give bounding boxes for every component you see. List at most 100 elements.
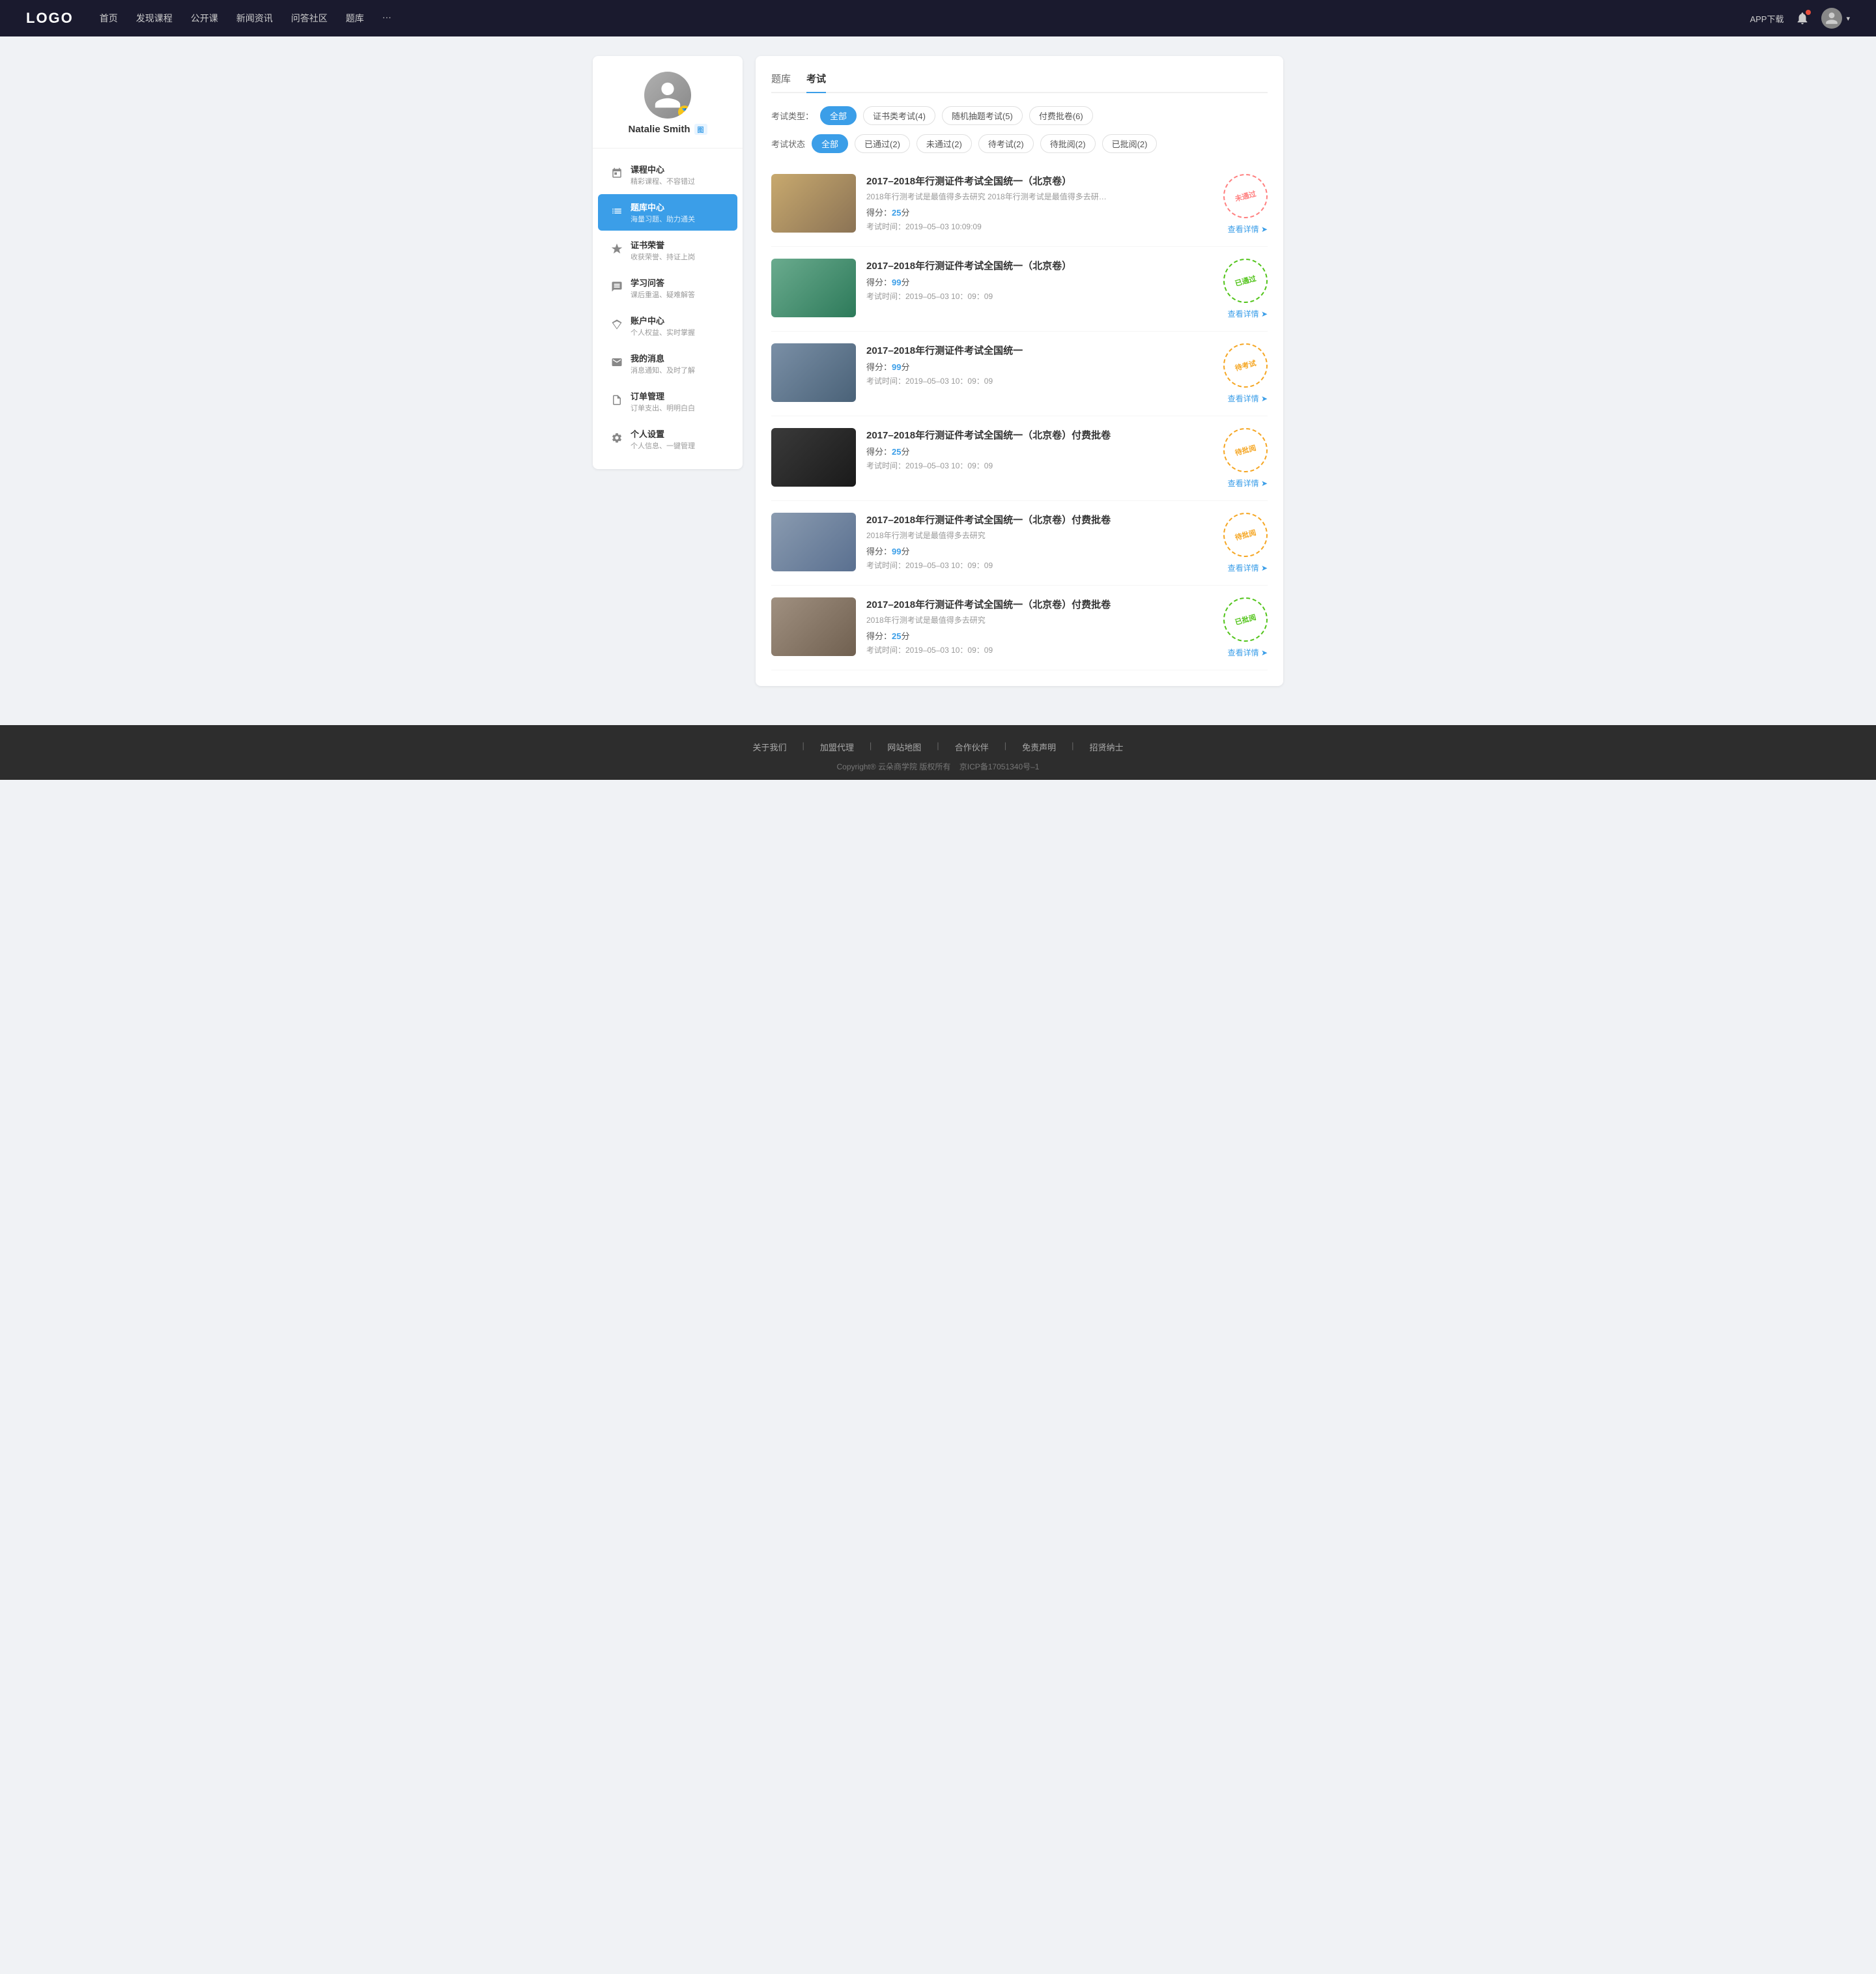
message-icon xyxy=(611,356,631,371)
footer-jobs[interactable]: 招贤纳士 xyxy=(1090,741,1124,753)
view-detail-button[interactable]: 查看详情 ➤ xyxy=(1228,562,1268,573)
exam-list-item: 2017–2018年行测证件考试全国统一（北京卷）付费批卷 2018年行测考试是… xyxy=(771,501,1268,586)
nav-home[interactable]: 首页 xyxy=(100,12,118,25)
menu-title-cert: 证书荣誉 xyxy=(631,238,724,251)
tab-exam[interactable]: 考试 xyxy=(806,72,826,92)
app-download-button[interactable]: APP下载 xyxy=(1750,12,1784,25)
exam-list: 2017–2018年行测证件考试全国统一（北京卷） 2018年行测考试是最值得多… xyxy=(771,162,1268,670)
nav-more[interactable]: ··· xyxy=(382,12,391,25)
sidebar-item-quiz-center[interactable]: 题库中心 海量习题、助力通关 xyxy=(598,194,737,231)
status-stamp: 待批阅 xyxy=(1218,508,1272,562)
filter-status-failed[interactable]: 未通过(2) xyxy=(917,134,972,153)
nav-news[interactable]: 新闻资讯 xyxy=(236,12,273,25)
footer-links: 关于我们 | 加盟代理 | 网站地图 | 合作伙伴 | 免责声明 | 招贤纳士 xyxy=(0,741,1876,753)
user-avatar-button[interactable]: ▾ xyxy=(1821,8,1850,29)
sidebar-item-orders[interactable]: 订单管理 订单支出、明明白白 xyxy=(598,383,737,420)
exam-score: 得分：99分 xyxy=(866,545,1213,557)
gear-icon xyxy=(611,432,631,447)
notification-bell-icon[interactable] xyxy=(1795,11,1810,25)
exam-info: 2017–2018年行测证件考试全国统一（北京卷） 得分：99分 考试时间：20… xyxy=(866,259,1213,302)
view-detail-button[interactable]: 查看详情 ➤ xyxy=(1228,647,1268,658)
nav-menu: 首页 发现课程 公开课 新闻资讯 问答社区 题库 ··· xyxy=(100,12,1750,25)
sidebar: 🏅 Natalie Smith 图 课程中心 精彩课程、不容错过 xyxy=(593,56,743,469)
list-icon xyxy=(611,205,631,220)
exam-time: 考试时间：2019–05–03 10：09：09 xyxy=(866,560,1213,571)
exam-score: 得分：99分 xyxy=(866,276,1213,288)
navbar: LOGO 首页 发现课程 公开课 新闻资讯 问答社区 题库 ··· APP下载 … xyxy=(0,0,1876,36)
exam-score: 得分：25分 xyxy=(866,445,1213,457)
exam-thumbnail xyxy=(771,597,856,656)
calendar-icon xyxy=(611,167,631,182)
filter-status-all[interactable]: 全部 xyxy=(812,134,848,153)
nav-discover[interactable]: 发现课程 xyxy=(136,12,173,25)
nav-opencourse[interactable]: 公开课 xyxy=(191,12,218,25)
menu-title-account: 账户中心 xyxy=(631,314,724,326)
exam-thumbnail xyxy=(771,343,856,402)
sidebar-item-messages[interactable]: 我的消息 消息通知、及时了解 xyxy=(598,345,737,382)
status-stamp: 已通过 xyxy=(1218,253,1272,308)
menu-title-messages: 我的消息 xyxy=(631,352,724,364)
filter-status-passed[interactable]: 已通过(2) xyxy=(855,134,910,153)
nav-qa[interactable]: 问答社区 xyxy=(291,12,328,25)
view-detail-button[interactable]: 查看详情 ➤ xyxy=(1228,308,1268,319)
menu-sub-cert: 收获荣誉、持证上岗 xyxy=(631,251,724,262)
footer-partners[interactable]: 合作伙伴 xyxy=(955,741,989,753)
footer-disclaimer[interactable]: 免责声明 xyxy=(1022,741,1056,753)
filter-status-pending-review[interactable]: 待批阅(2) xyxy=(1040,134,1096,153)
footer-sitemap[interactable]: 网站地图 xyxy=(887,741,921,753)
filter-status-pending-exam[interactable]: 待考试(2) xyxy=(978,134,1034,153)
gold-badge-icon: 🏅 xyxy=(678,106,691,119)
filter-status-reviewed[interactable]: 已批阅(2) xyxy=(1102,134,1158,153)
exam-list-item: 2017–2018年行测证件考试全国统一（北京卷） 得分：99分 考试时间：20… xyxy=(771,247,1268,332)
top-tabs: 题库 考试 xyxy=(771,72,1268,93)
sidebar-menu: 课程中心 精彩课程、不容错过 题库中心 海量习题、助力通关 xyxy=(593,156,743,457)
sidebar-item-settings[interactable]: 个人设置 个人信息、一键管理 xyxy=(598,421,737,457)
chat-icon xyxy=(611,281,631,296)
footer-franchise[interactable]: 加盟代理 xyxy=(820,741,854,753)
menu-title-orders: 订单管理 xyxy=(631,390,724,402)
exam-actions: 待考试 查看详情 ➤ xyxy=(1223,343,1268,404)
exam-info: 2017–2018年行测证件考试全国统一（北京卷）付费批卷 2018年行测考试是… xyxy=(866,597,1213,655)
sidebar-item-cert-honor[interactable]: 证书荣誉 收获荣誉、持证上岗 xyxy=(598,232,737,268)
filter-type-cert[interactable]: 证书类考试(4) xyxy=(863,106,935,125)
status-stamp: 未通过 xyxy=(1218,169,1272,223)
filter-type-random[interactable]: 随机抽题考试(5) xyxy=(942,106,1023,125)
tab-question-bank[interactable]: 题库 xyxy=(771,72,791,92)
exam-time: 考试时间：2019–05–03 10：09：09 xyxy=(866,291,1213,302)
view-detail-button[interactable]: 查看详情 ➤ xyxy=(1228,393,1268,404)
sidebar-item-study-qa[interactable]: 学习问答 课后重温、疑难解答 xyxy=(598,270,737,306)
exam-info: 2017–2018年行测证件考试全国统一（北京卷）付费批卷 得分：25分 考试时… xyxy=(866,428,1213,471)
menu-sub-course: 精彩课程、不容错过 xyxy=(631,176,724,186)
filter-type-all[interactable]: 全部 xyxy=(820,106,857,125)
exam-thumbnail xyxy=(771,513,856,571)
exam-score: 得分：99分 xyxy=(866,360,1213,373)
exam-time: 考试时间：2019–05–03 10：09：09 xyxy=(866,644,1213,655)
view-detail-button[interactable]: 查看详情 ➤ xyxy=(1228,478,1268,489)
status-stamp: 已批阅 xyxy=(1218,592,1272,646)
navbar-right: APP下载 ▾ xyxy=(1750,8,1850,29)
view-detail-button[interactable]: 查看详情 ➤ xyxy=(1228,223,1268,235)
filter-type-paid[interactable]: 付费批卷(6) xyxy=(1029,106,1093,125)
footer-copyright: Copyright® 云朵商学院 版权所有 京ICP备17051340号–1 xyxy=(0,761,1876,772)
status-stamp: 待批阅 xyxy=(1218,423,1272,477)
exam-title: 2017–2018年行测证件考试全国统一（北京卷）付费批卷 xyxy=(866,597,1213,611)
nav-quiz[interactable]: 题库 xyxy=(346,12,364,25)
exam-actions: 已批阅 查看详情 ➤ xyxy=(1223,597,1268,658)
logo: LOGO xyxy=(26,10,74,27)
sidebar-item-account[interactable]: 账户中心 个人权益、实时掌握 xyxy=(598,308,737,344)
sidebar-item-course-center[interactable]: 课程中心 精彩课程、不容错过 xyxy=(598,156,737,193)
exam-actions: 待批阅 查看详情 ➤ xyxy=(1223,513,1268,573)
exam-list-item: 2017–2018年行测证件考试全国统一 得分：99分 考试时间：2019–05… xyxy=(771,332,1268,416)
menu-sub-orders: 订单支出、明明白白 xyxy=(631,403,724,413)
exam-time: 考试时间：2019–05–03 10：09：09 xyxy=(866,375,1213,386)
exam-type-filter-row: 考试类型： 全部 证书类考试(4) 随机抽题考试(5) 付费批卷(6) xyxy=(771,106,1268,125)
exam-info: 2017–2018年行测证件考试全国统一（北京卷） 2018年行测考试是最值得多… xyxy=(866,174,1213,232)
exam-desc: 2018年行测考试是最值得多去研究 xyxy=(866,614,1114,625)
exam-thumbnail xyxy=(771,174,856,233)
menu-sub-account: 个人权益、实时掌握 xyxy=(631,327,724,337)
exam-list-item: 2017–2018年行测证件考试全国统一（北京卷） 2018年行测考试是最值得多… xyxy=(771,162,1268,247)
exam-status-filter-row: 考试状态 全部 已通过(2) 未通过(2) 待考试(2) 待批阅(2) 已批阅(… xyxy=(771,134,1268,153)
exam-title: 2017–2018年行测证件考试全国统一（北京卷） xyxy=(866,259,1213,272)
exam-score: 得分：25分 xyxy=(866,629,1213,642)
footer-about[interactable]: 关于我们 xyxy=(752,741,786,753)
